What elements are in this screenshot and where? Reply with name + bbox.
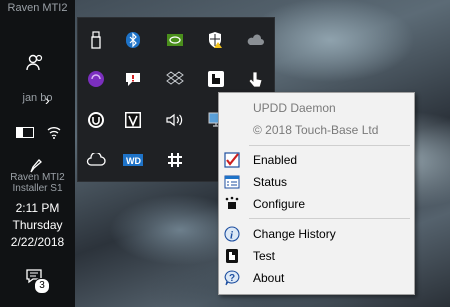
status-list-icon	[224, 174, 240, 190]
onedrive-icon[interactable]	[245, 30, 265, 50]
usb-drive-icon[interactable]	[86, 30, 106, 50]
menu-separator	[249, 218, 410, 219]
notification-count-badge: 3	[34, 278, 50, 294]
menu-header-copyright: © 2018 Touch-Base Ltd	[253, 123, 379, 137]
test-icon	[224, 248, 240, 264]
clock-day[interactable]: Thursday	[0, 218, 75, 232]
menu-item-label: Change History	[253, 227, 336, 241]
checkbox-checked-icon	[224, 152, 240, 168]
wd-icon[interactable]: WD	[123, 150, 143, 170]
menu-item-label: Enabled	[253, 153, 298, 167]
info-icon: i	[224, 226, 240, 242]
svg-text:WD: WD	[126, 156, 141, 166]
menu-item-label: About	[253, 271, 285, 285]
menu-item-configure[interactable]: Configure	[219, 193, 414, 215]
configure-icon	[224, 196, 240, 212]
context-menu: UPDD Daemon © 2018 Touch-Base Ltd Enable…	[218, 92, 415, 295]
clock-time[interactable]: 2:11 PM	[0, 201, 75, 215]
taskbar: Raven MTI2 jan bo › Raven MTI2 Installer…	[0, 0, 75, 307]
menu-item-label: Configure	[253, 197, 306, 211]
menu-item-label: Test	[253, 249, 276, 263]
svg-text:?: ?	[229, 273, 235, 284]
volume-icon[interactable]	[165, 110, 185, 130]
menu-item-test[interactable]: Test	[219, 245, 414, 267]
nvidia-icon[interactable]	[165, 30, 185, 50]
dropbox-icon[interactable]	[165, 69, 185, 89]
menu-item-enabled[interactable]: Enabled	[219, 149, 414, 171]
menu-item-status[interactable]: Status	[219, 171, 414, 193]
creative-cloud-icon[interactable]	[86, 150, 106, 170]
help-icon: ?	[224, 270, 240, 286]
speech-bubble-icon[interactable]	[123, 69, 143, 89]
menu-header-title: UPDD Daemon	[253, 101, 336, 115]
purple-app-icon[interactable]	[86, 69, 106, 89]
touch-pointer-icon[interactable]	[245, 69, 265, 89]
menu-item-change-history[interactable]: i Change History	[219, 223, 414, 245]
installer-label[interactable]: Raven MTI2 Installer S1	[0, 172, 75, 194]
headset-u-icon[interactable]	[86, 110, 106, 130]
slack-icon[interactable]	[165, 150, 185, 170]
menu-item-label: Status	[253, 175, 288, 189]
bluetooth-icon[interactable]	[123, 30, 143, 50]
show-hidden-icons-chevron[interactable]: ›	[45, 92, 59, 108]
people-icon[interactable]	[24, 52, 46, 74]
taskbar-app-label[interactable]: Raven MTI2	[0, 2, 75, 14]
menu-item-about[interactable]: ? About	[219, 267, 414, 289]
user-label: jan bo	[22, 92, 53, 104]
upd-daemon-icon[interactable]	[206, 69, 226, 89]
windows-defender-icon[interactable]	[206, 30, 226, 50]
clock-date[interactable]: 2/22/2018	[0, 235, 75, 249]
wifi-icon[interactable]	[46, 124, 62, 140]
v-app-icon[interactable]	[123, 110, 143, 130]
menu-separator	[249, 145, 410, 146]
battery-icon[interactable]	[16, 127, 34, 138]
